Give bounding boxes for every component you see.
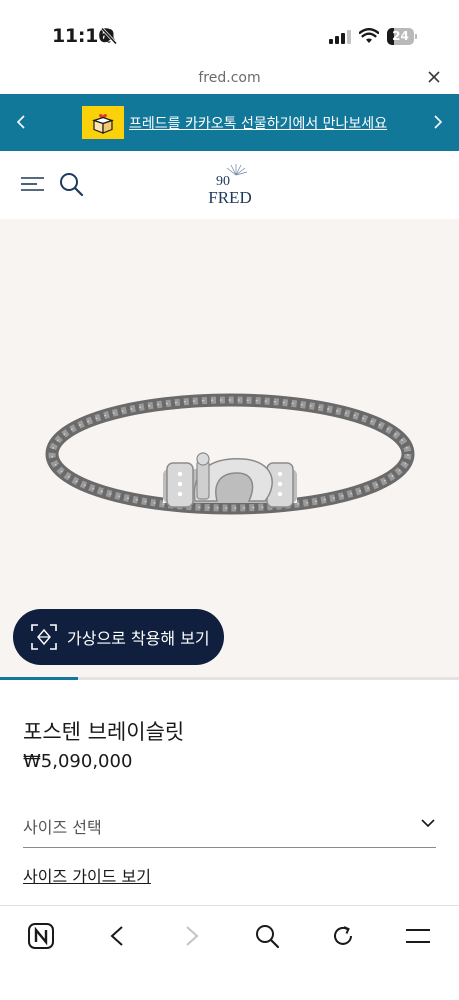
search-icon[interactable] [58, 171, 84, 197]
chevron-down-icon[interactable] [420, 817, 436, 829]
gallery-progress [0, 677, 79, 680]
promo-link[interactable]: 프레드를 카카오톡 선물하기에서 만나보세요 [82, 106, 387, 139]
wifi-icon [359, 28, 379, 43]
menu-icon[interactable] [20, 175, 46, 193]
size-select[interactable]: 사이즈 선택 [23, 803, 436, 848]
bell-slash-icon [100, 27, 118, 45]
promo-banner: 프레드를 카카오톡 선물하기에서 만나보세요 [0, 94, 459, 151]
size-select-label[interactable]: 사이즈 선택 [23, 814, 102, 838]
refresh-icon [334, 926, 352, 945]
promo-text[interactable]: 프레드를 카카오톡 선물하기에서 만나보세요 [129, 113, 387, 133]
forward-icon [186, 926, 199, 946]
browser-toolbar [0, 905, 459, 1000]
chevron-left-icon[interactable] [14, 112, 28, 132]
bracelet-image [45, 393, 415, 515]
gallery-progress-track [0, 677, 459, 680]
forward-button[interactable] [174, 918, 210, 954]
battery-level: 24 [392, 29, 409, 43]
logo-text: FRED [208, 188, 251, 207]
product-price: ₩5,090,000 [23, 751, 133, 772]
product-image[interactable]: 가상으로 착용해 보기 [0, 219, 459, 677]
back-button[interactable] [99, 918, 135, 954]
n-app-icon [28, 923, 54, 949]
refresh-button[interactable] [325, 918, 361, 954]
close-icon[interactable] [427, 70, 441, 84]
chevron-right-icon[interactable] [431, 112, 445, 132]
gift-icon [82, 106, 124, 139]
try-on-label[interactable]: 가상으로 착용해 보기 [67, 625, 210, 649]
url-bar[interactable]: fred.com [0, 64, 459, 94]
hamburger-icon [406, 929, 430, 943]
product-name: 포스텐 브레이슬릿 [23, 720, 185, 744]
hamburger-menu-button[interactable] [400, 918, 436, 954]
back-icon [110, 926, 123, 946]
size-guide-link[interactable]: 사이즈 가이드 보기 [23, 863, 151, 887]
virtual-try-on-button[interactable]: 가상으로 착용해 보기 [13, 609, 224, 665]
fred-logo[interactable]: 90 FRED [200, 161, 260, 207]
toolbar-search-button[interactable] [249, 918, 285, 954]
battery-indicator: 24 [387, 28, 417, 45]
search-icon [256, 925, 280, 949]
n-app-button[interactable] [23, 918, 59, 954]
logo-badge: 90 [216, 174, 230, 189]
signal-icon [329, 30, 351, 44]
ar-icon [31, 624, 57, 650]
status-bar: 11:16 24 [0, 0, 459, 64]
site-header: 90 FRED [0, 151, 459, 219]
url-text[interactable]: fred.com [0, 70, 459, 86]
